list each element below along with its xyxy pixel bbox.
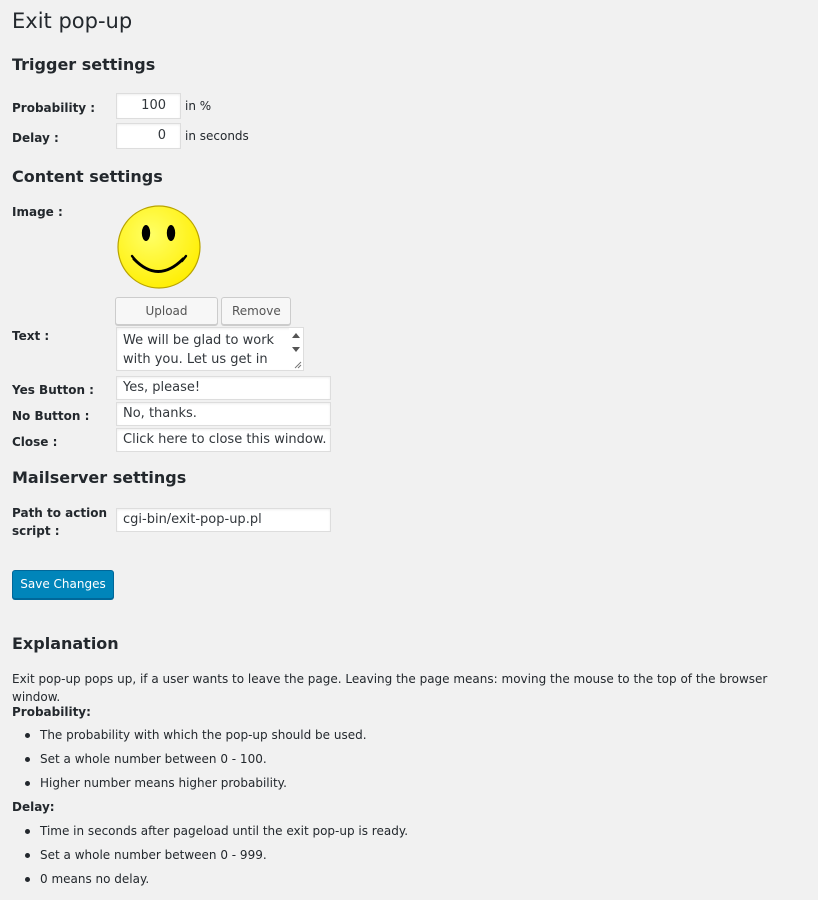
page-title: Exit pop-up bbox=[12, 9, 133, 33]
list-item: Set a whole number between 0 - 100. bbox=[0, 750, 367, 774]
path-input[interactable]: cgi-bin/exit-pop-up.pl bbox=[116, 508, 331, 532]
trigger-settings-heading: Trigger settings bbox=[12, 55, 156, 74]
probability-input[interactable]: 100 bbox=[116, 93, 181, 119]
path-label-line1: Path to action bbox=[12, 506, 108, 520]
probability-help-list: The probability with which the pop-up sh… bbox=[0, 726, 367, 798]
no-button-input[interactable]: No, thanks. bbox=[116, 402, 331, 426]
remove-image-button[interactable]: Remove bbox=[221, 297, 291, 325]
save-changes-button[interactable]: Save Changes bbox=[12, 570, 114, 599]
text-label: Text : bbox=[12, 329, 50, 343]
delay-unit: in seconds bbox=[185, 129, 249, 143]
list-item: 0 means no delay. bbox=[0, 870, 408, 894]
text-textarea-value: We will be glad to work with you. Let us… bbox=[123, 333, 275, 367]
image-label: Image : bbox=[12, 205, 63, 219]
delay-input[interactable]: 0 bbox=[116, 123, 181, 149]
list-item: Higher number means higher probability. bbox=[0, 774, 367, 798]
upload-image-button[interactable]: Upload image bbox=[115, 297, 218, 344]
explanation-intro: Exit pop-up pops up, if a user wants to … bbox=[12, 672, 768, 704]
close-label: Close : bbox=[12, 435, 58, 449]
content-settings-heading: Content settings bbox=[12, 167, 163, 186]
path-label-line2: script : bbox=[12, 524, 60, 538]
list-item: Set a whole number between 0 - 999. bbox=[0, 846, 408, 870]
close-input[interactable]: Click here to close this window. bbox=[116, 428, 331, 452]
list-item: Time in seconds after pageload until the… bbox=[0, 822, 408, 846]
delay-label: Delay : bbox=[12, 131, 59, 145]
mailserver-settings-heading: Mailserver settings bbox=[12, 468, 187, 487]
yes-button-input[interactable]: Yes, please! bbox=[116, 376, 331, 400]
delay-help-list: Time in seconds after pageload until the… bbox=[0, 822, 408, 894]
yes-button-label: Yes Button : bbox=[12, 383, 94, 397]
probability-help-title: Probability: bbox=[12, 705, 91, 719]
delay-help-title: Delay: bbox=[12, 800, 55, 814]
smiley-face-icon bbox=[117, 205, 201, 289]
probability-unit: in % bbox=[185, 99, 212, 113]
text-textarea[interactable]: We will be glad to work with you. Let us… bbox=[116, 327, 304, 371]
resize-grip-icon[interactable] bbox=[294, 361, 302, 369]
explanation-heading: Explanation bbox=[12, 634, 119, 653]
list-item: The probability with which the pop-up sh… bbox=[0, 726, 367, 750]
no-button-label: No Button : bbox=[12, 409, 90, 423]
probability-label: Probability : bbox=[12, 101, 96, 115]
scroll-down-icon[interactable] bbox=[292, 347, 300, 352]
scroll-up-icon[interactable] bbox=[292, 333, 300, 338]
